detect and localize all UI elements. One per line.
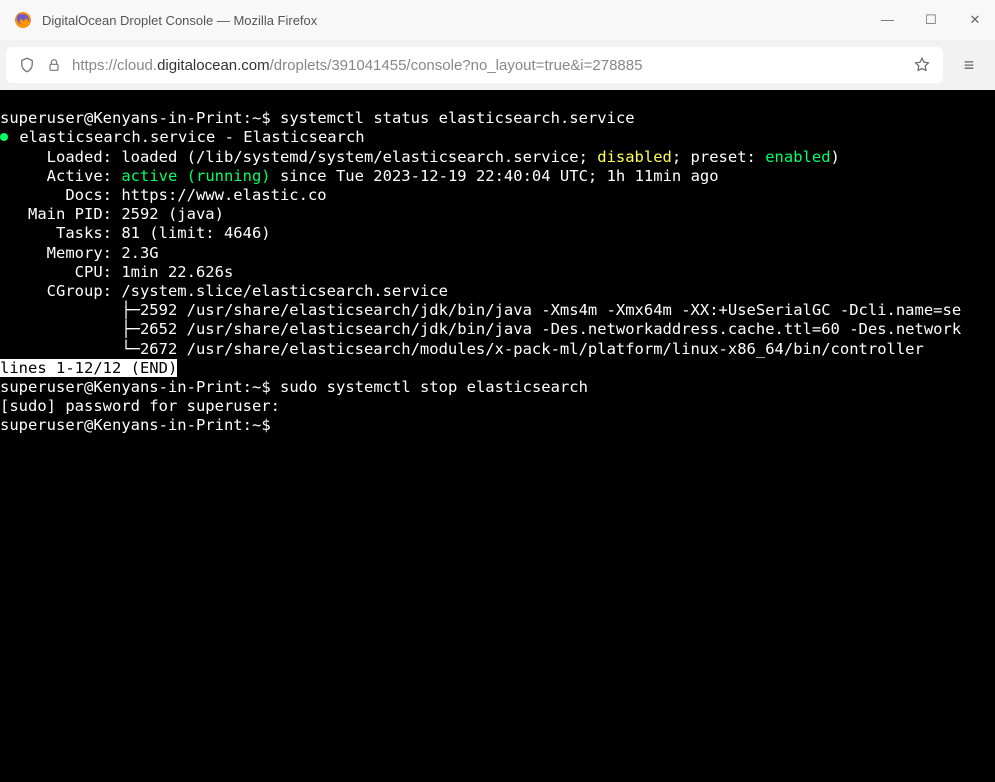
active-line: Active: active (running) since Tue 2023-… (0, 167, 719, 185)
prompt-line: superuser@Kenyans-in-Print:~$ sudo syste… (0, 378, 588, 396)
window-titlebar: DigitalOcean Droplet Console — Mozilla F… (0, 0, 995, 40)
status-dot-icon (0, 133, 8, 141)
hamburger-menu-button[interactable]: ≡ (949, 55, 989, 76)
maximize-button[interactable]: ☐ (925, 12, 937, 28)
window-title: DigitalOcean Droplet Console — Mozilla F… (42, 13, 317, 28)
tree-line: ├─2652 /usr/share/elasticsearch/jdk/bin/… (0, 320, 961, 338)
tree-line: ├─2592 /usr/share/elasticsearch/jdk/bin/… (0, 301, 961, 319)
browser-toolbar: https://cloud.digitalocean.com/droplets/… (0, 40, 995, 90)
lock-icon (46, 57, 62, 73)
cpu-line: CPU: 1min 22.626s (0, 263, 233, 281)
memory-line: Memory: 2.3G (0, 244, 159, 262)
bookmark-star-icon[interactable] (913, 56, 931, 74)
cgroup-line: CGroup: /system.slice/elasticsearch.serv… (0, 282, 448, 300)
firefox-icon (14, 11, 32, 29)
loaded-line: Loaded: loaded (/lib/systemd/system/elas… (0, 148, 840, 166)
unit-line: elasticsearch.service - Elasticsearch (0, 128, 365, 146)
minimize-button[interactable]: — (881, 12, 893, 28)
prompt-line: superuser@Kenyans-in-Print:~$ systemctl … (0, 109, 635, 127)
docs-line: Docs: https://www.elastic.co (0, 186, 327, 204)
url-text[interactable]: https://cloud.digitalocean.com/droplets/… (72, 57, 903, 74)
shield-icon (18, 56, 36, 74)
pager-status: lines 1-12/12 (END) (0, 359, 177, 377)
terminal[interactable]: superuser@Kenyans-in-Print:~$ systemctl … (0, 90, 995, 782)
url-bar[interactable]: https://cloud.digitalocean.com/droplets/… (6, 47, 943, 83)
mainpid-line: Main PID: 2592 (java) (0, 205, 224, 223)
tree-line: └─2672 /usr/share/elasticsearch/modules/… (0, 340, 924, 358)
prompt-line[interactable]: superuser@Kenyans-in-Print:~$ (0, 416, 280, 434)
close-button[interactable]: ✕ (969, 12, 981, 28)
tasks-line: Tasks: 81 (limit: 4646) (0, 224, 271, 242)
sudo-password-line: [sudo] password for superuser: (0, 397, 280, 415)
